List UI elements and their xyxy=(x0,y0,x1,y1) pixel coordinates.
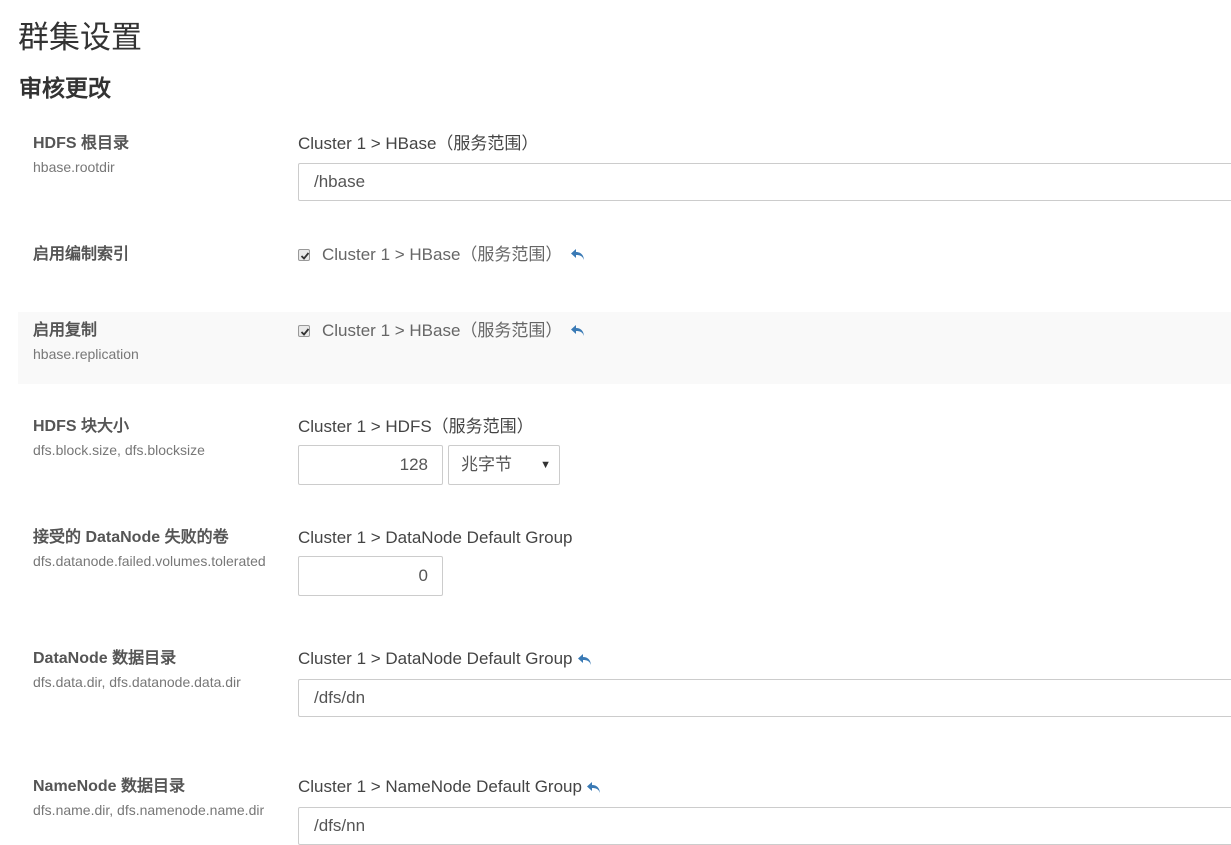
setting-value: Cluster 1 > DataNode Default Group 0 xyxy=(298,527,1231,596)
undo-icon[interactable] xyxy=(577,653,593,667)
setting-scope-line: Cluster 1 > NameNode Default Group xyxy=(298,776,1231,798)
setting-label: 启用复制 hbase.replication xyxy=(33,320,283,366)
checkbox-line: Cluster 1 > HBase（服务范围） xyxy=(298,320,1231,342)
setting-value: Cluster 1 > HBase（服务范围） xyxy=(298,320,1231,342)
setting-scope: Cluster 1 > HBase（服务范围） xyxy=(322,321,563,340)
page-title: 群集设置 xyxy=(18,20,142,55)
enable-replication-checkbox[interactable] xyxy=(298,325,310,337)
setting-label: DataNode 数据目录 dfs.data.dir, dfs.datanode… xyxy=(33,648,283,694)
namenode-name-dir-input[interactable]: /dfs/nn xyxy=(298,807,1231,845)
block-size-input[interactable]: 128 xyxy=(298,445,443,485)
setting-key: hbase.replication xyxy=(33,346,139,362)
setting-row-namenode-name-dir: NameNode 数据目录 dfs.name.dir, dfs.namenode… xyxy=(18,776,1231,845)
setting-label: 启用编制索引 xyxy=(33,244,283,266)
setting-key: dfs.name.dir, dfs.namenode.name.dir xyxy=(33,802,265,818)
setting-name: NameNode 数据目录 xyxy=(33,778,186,795)
setting-row-failed-volumes: 接受的 DataNode 失败的卷 dfs.datanode.failed.vo… xyxy=(18,527,1231,602)
undo-icon[interactable] xyxy=(586,781,602,795)
setting-name: HDFS 根目录 xyxy=(33,135,130,152)
setting-label: HDFS 块大小 dfs.block.size, dfs.blocksize xyxy=(33,416,283,462)
unit-select[interactable]: 兆字节 ▼ xyxy=(448,445,560,485)
setting-key: dfs.block.size, dfs.blocksize xyxy=(33,442,205,458)
unit-select-value: 兆字节 xyxy=(461,455,512,474)
checkbox-line: Cluster 1 > HBase（服务范围） xyxy=(298,244,1231,266)
setting-key: dfs.data.dir, dfs.datanode.data.dir xyxy=(33,674,241,690)
setting-key: hbase.rootdir xyxy=(33,159,115,175)
setting-scope: Cluster 1 > HBase（服务范围） xyxy=(322,245,563,264)
setting-scope: Cluster 1 > DataNode Default Group xyxy=(298,528,573,547)
setting-scope: Cluster 1 > DataNode Default Group xyxy=(298,649,573,668)
enable-indexing-checkbox[interactable] xyxy=(298,249,310,261)
setting-row-dfs-blocksize: HDFS 块大小 dfs.block.size, dfs.blocksize C… xyxy=(18,416,1231,491)
setting-scope: Cluster 1 > HBase（服务范围） xyxy=(298,134,539,153)
setting-name: 接受的 DataNode 失败的卷 xyxy=(33,529,229,546)
setting-scope: Cluster 1 > HDFS（服务范围） xyxy=(298,417,534,436)
setting-key: dfs.datanode.failed.volumes.tolerated xyxy=(33,553,266,569)
setting-value: Cluster 1 > HBase（服务范围） /hbase xyxy=(298,133,1231,201)
setting-name: 启用复制 xyxy=(33,322,98,339)
setting-name: 启用编制索引 xyxy=(33,246,130,263)
setting-label: NameNode 数据目录 dfs.name.dir, dfs.namenode… xyxy=(33,776,283,822)
failed-volumes-input[interactable]: 0 xyxy=(298,556,443,596)
setting-value: Cluster 1 > DataNode Default Group /dfs/… xyxy=(298,648,1231,717)
caret-down-icon: ▼ xyxy=(540,459,551,471)
undo-icon[interactable] xyxy=(570,248,586,262)
setting-row-enable-indexing: 启用编制索引 Cluster 1 > HBase（服务范围） xyxy=(18,244,1231,294)
setting-row-hbase-replication: 启用复制 hbase.replication Cluster 1 > HBase… xyxy=(18,312,1231,384)
setting-label: HDFS 根目录 hbase.rootdir xyxy=(33,133,283,179)
setting-label: 接受的 DataNode 失败的卷 dfs.datanode.failed.vo… xyxy=(33,527,283,573)
setting-name: DataNode 数据目录 xyxy=(33,650,177,667)
setting-name: HDFS 块大小 xyxy=(33,418,130,435)
datanode-data-dir-input[interactable]: /dfs/dn xyxy=(298,679,1231,717)
hbase-rootdir-input[interactable]: /hbase xyxy=(298,163,1231,201)
setting-scope-line: Cluster 1 > DataNode Default Group xyxy=(298,648,1231,670)
undo-icon[interactable] xyxy=(570,324,586,338)
setting-value: Cluster 1 > HBase（服务范围） xyxy=(298,244,1231,266)
setting-scope: Cluster 1 > NameNode Default Group xyxy=(298,777,582,796)
setting-row-hbase-rootdir: HDFS 根目录 hbase.rootdir Cluster 1 > HBase… xyxy=(18,133,1231,213)
section-title: 审核更改 xyxy=(19,75,111,101)
setting-row-datanode-data-dir: DataNode 数据目录 dfs.data.dir, dfs.datanode… xyxy=(18,648,1231,723)
setting-value: Cluster 1 > HDFS（服务范围） 128 兆字节 ▼ xyxy=(298,416,1231,485)
setting-value: Cluster 1 > NameNode Default Group /dfs/… xyxy=(298,776,1231,845)
